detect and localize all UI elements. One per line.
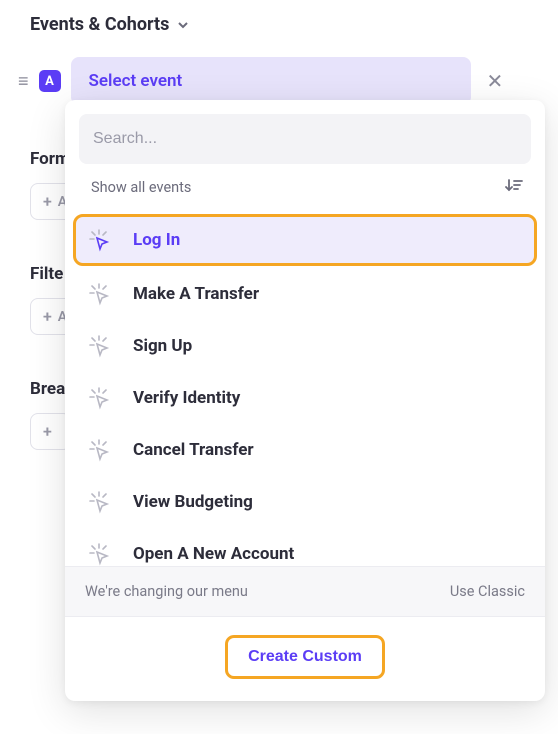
click-event-icon (87, 228, 111, 252)
event-item[interactable]: Sign Up (73, 320, 537, 372)
menu-change-notice: We're changing our menu Use Classic (65, 566, 545, 617)
event-list: Log In Make A Transfer Sign Up Verify Id… (65, 206, 545, 566)
chevron-down-icon (177, 19, 189, 31)
event-item[interactable]: Cancel Transfer (73, 424, 537, 476)
event-label: Open A New Account (133, 544, 294, 564)
select-event-button[interactable]: Select event (71, 57, 471, 105)
create-custom-label: Create Custom (248, 648, 362, 665)
sort-icon[interactable] (505, 178, 523, 196)
event-item[interactable]: Log In (73, 214, 537, 266)
event-label: Log In (133, 230, 180, 250)
show-events-label: Show all events (91, 179, 191, 196)
event-label: Sign Up (133, 336, 192, 356)
notice-text: We're changing our menu (85, 583, 248, 600)
page-title: Events & Cohorts (30, 14, 169, 35)
search-input[interactable] (79, 114, 531, 164)
event-picker-dropdown: Show all events Log In Make A Transfer S… (65, 100, 545, 701)
create-custom-button[interactable]: Create Custom (225, 635, 385, 679)
event-item[interactable]: Make A Transfer (73, 268, 537, 320)
event-label: Make A Transfer (133, 284, 259, 304)
event-chip-row: ≡ A Select event ✕ (0, 57, 558, 105)
click-event-icon (87, 542, 111, 566)
click-event-icon (87, 334, 111, 358)
page-header[interactable]: Events & Cohorts (0, 0, 558, 45)
plus-icon: + (43, 192, 52, 211)
click-event-icon (87, 490, 111, 514)
event-label: View Budgeting (133, 492, 253, 512)
event-item[interactable]: Verify Identity (73, 372, 537, 424)
series-letter-chip: A (39, 70, 61, 92)
event-label: Cancel Transfer (133, 440, 254, 460)
plus-icon: + (43, 422, 52, 441)
plus-icon: + (43, 307, 52, 326)
drag-handle-icon[interactable]: ≡ (18, 71, 29, 92)
click-event-icon (87, 386, 111, 410)
select-event-label: Select event (89, 71, 183, 91)
use-classic-link[interactable]: Use Classic (450, 583, 525, 600)
event-item[interactable]: Open A New Account (73, 528, 537, 566)
click-event-icon (87, 282, 111, 306)
event-item[interactable]: View Budgeting (73, 476, 537, 528)
close-icon[interactable]: ✕ (481, 63, 510, 99)
click-event-icon (87, 438, 111, 462)
event-label: Verify Identity (133, 388, 240, 408)
